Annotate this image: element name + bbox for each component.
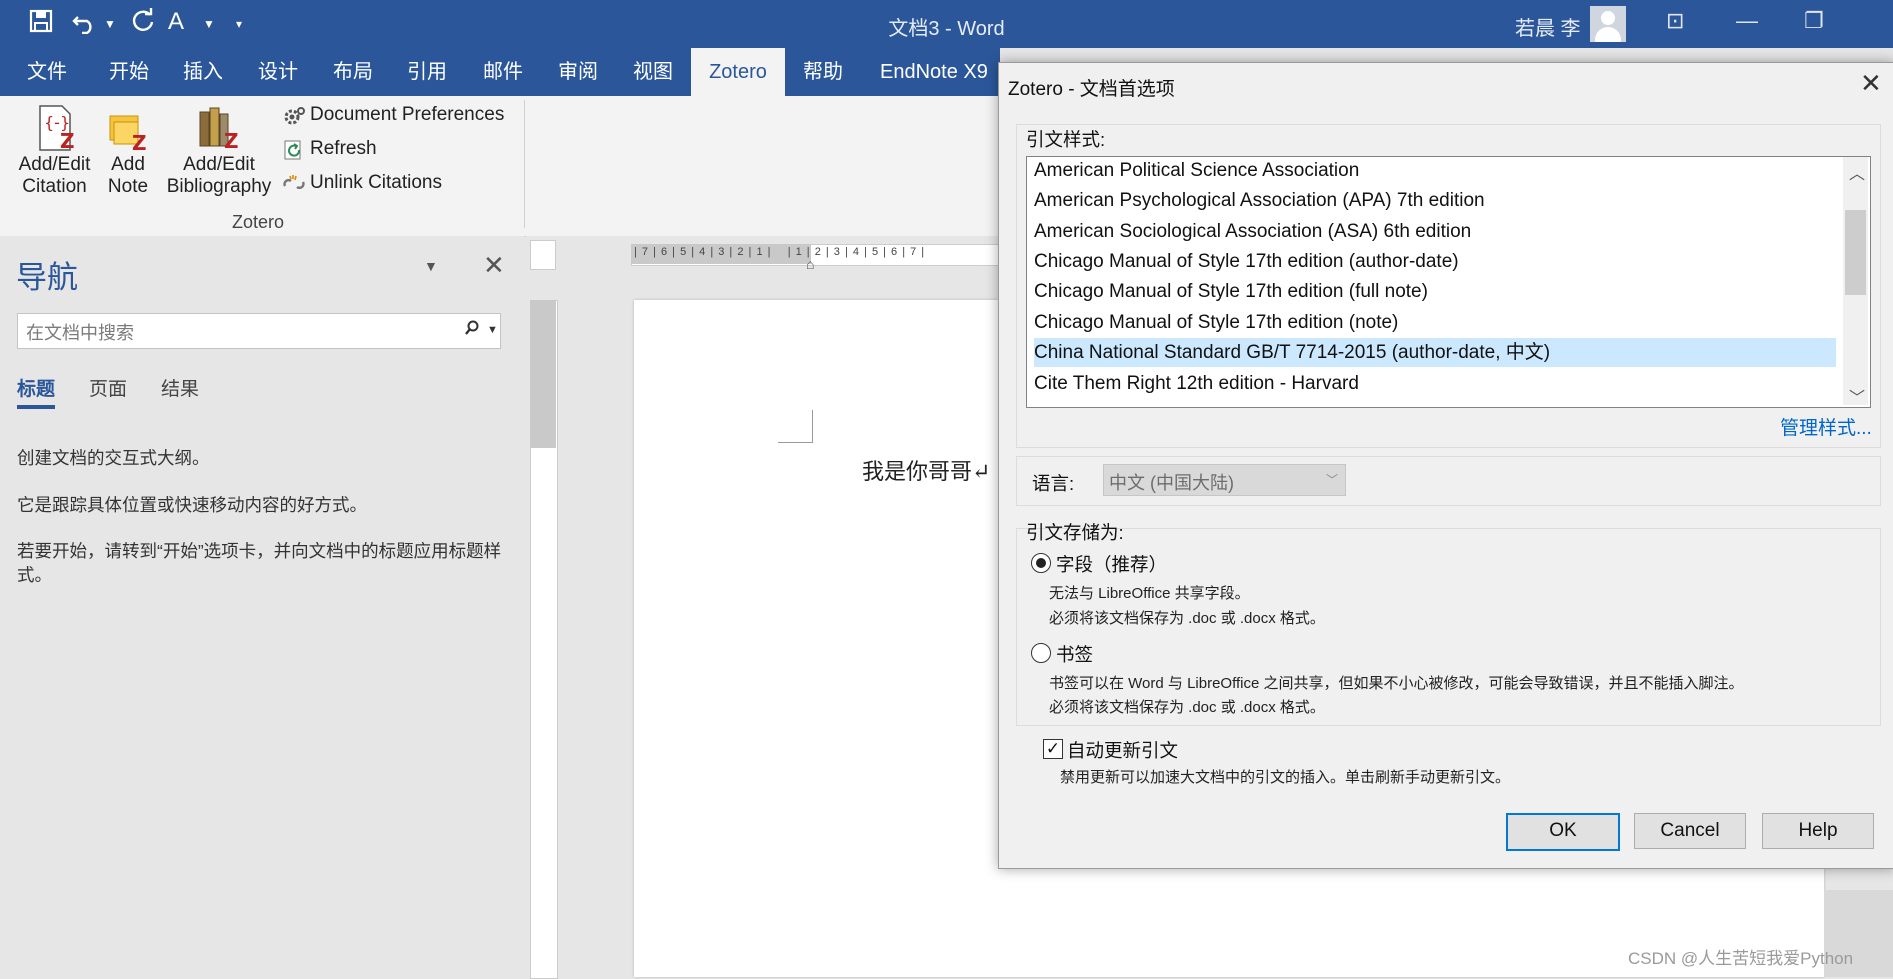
style-item[interactable]: American Political Science Association [1034,156,1836,185]
svg-text:Z: Z [132,131,147,152]
style-list-scroll-thumb[interactable] [1845,210,1866,295]
ruler-ticks: | 7 | 6 | 5 | 4 | 3 | 2 | 1 | | 1 | 2 | … [634,246,926,258]
tab-file[interactable]: 文件 [27,48,67,96]
ribbon-display-options-icon[interactable]: ⊡ [1666,8,1684,34]
nav-help-text-3: 若要开始，请转到“开始”选项卡，并向文档中的标题应用标题样式。 [17,541,502,585]
search-placeholder: 在文档中搜索 [26,323,134,343]
nav-tab-results[interactable]: 结果 [161,374,199,401]
svg-text:Z: Z [60,129,75,152]
bookmarks-radio[interactable] [1031,643,1051,663]
style-item[interactable]: American Psychological Association (APA)… [1034,186,1836,215]
tab-endnote[interactable]: EndNote X9 [880,48,988,96]
fields-note-1: 无法与 LibreOffice 共享字段。 [1049,585,1250,602]
style-item[interactable]: Chicago Manual of Style 17th edition (no… [1034,308,1836,337]
user-name[interactable]: 若晨 李 [1515,12,1581,41]
nav-help-text-2: 它是跟踪具体位置或快速移动内容的好方式。 [17,495,367,515]
nav-title: 导航 [16,260,78,295]
tab-review[interactable]: 审阅 [558,48,598,96]
minimize-icon[interactable]: — [1736,8,1758,34]
document-preferences-button[interactable]: Document Preferences [310,104,504,126]
tab-zotero[interactable]: Zotero [691,48,785,96]
add-citation-icon: {-} Z [38,104,78,157]
ribbon-separator [524,100,525,228]
tab-references[interactable]: 引用 [407,48,447,96]
cancel-button[interactable]: Cancel [1634,813,1746,849]
ribbon-group-label: Zotero [232,212,285,232]
tab-view[interactable]: 视图 [633,48,673,96]
nav-tab-headings[interactable]: 标题 [17,374,55,401]
unlink-icon [282,173,306,200]
restore-icon[interactable]: ❐ [1804,8,1824,34]
scroll-up-icon[interactable]: ︿ [1849,160,1865,184]
bookmarks-note-2: 必须将该文档保存为 .doc 或 .docx 格式。 [1049,699,1325,716]
margin-corner-mark [778,410,813,443]
add-edit-bibliography-button[interactable]: Add/Edit Bibliography [160,154,278,198]
tab-selector[interactable] [530,240,556,270]
avatar[interactable] [1590,6,1626,42]
chevron-down-icon: ﹀ [1326,473,1339,487]
store-as-label: 引文存储为: [1026,522,1124,543]
style-item[interactable]: Chicago Manual of Style 17th edition (au… [1034,247,1836,276]
add-bibliography-icon: Z [196,104,244,157]
manage-styles-link[interactable]: 管理样式... [1780,413,1872,440]
tab-layout[interactable]: 布局 [333,48,373,96]
nav-help-text-1: 创建文档的交互式大纲。 [17,448,210,468]
nav-options-dropdown-icon[interactable]: ▼ [424,258,438,274]
style-item[interactable]: American Sociological Association (ASA) … [1034,217,1836,246]
unlink-citations-button[interactable]: Unlink Citations [310,172,442,194]
add-note-button[interactable]: Add Note [98,154,158,198]
style-item-selected[interactable]: China National Standard GB/T 7714-2015 (… [1034,338,1836,367]
language-label: 语言: [1032,473,1075,494]
search-options-icon[interactable]: ▼ [487,324,498,336]
add-note-icon: Z [108,112,150,157]
close-icon[interactable]: ✕ [483,250,505,281]
citation-style-label: 引文样式: [1026,129,1106,150]
gear-icon [282,105,306,134]
search-icon[interactable] [463,319,481,342]
indent-marker[interactable]: ⌂ [806,256,814,272]
nav-tab-indicator [17,405,55,409]
scroll-down-icon[interactable]: ﹀ [1849,384,1865,408]
vertical-ruler-margin [530,300,556,448]
auto-update-checkbox[interactable]: ✓ [1043,739,1063,759]
refresh-button[interactable]: Refresh [310,138,377,160]
watermark: CSDN @人生苦短我爱Python [1628,949,1854,968]
add-edit-citation-button[interactable]: Add/Edit Citation [12,154,97,198]
style-item[interactable]: Chicago Manual of Style 17th edition (fu… [1034,277,1836,306]
tab-mailings[interactable]: 邮件 [483,48,523,96]
tab-insert[interactable]: 插入 [183,48,223,96]
language-value: 中文 (中国大陆) [1109,473,1234,493]
style-item[interactable]: Cite Them Right 12th edition - Harvard [1034,369,1836,398]
dialog-title: Zotero - 文档首选项 [1008,79,1175,100]
bookmarks-option-label[interactable]: 书签 [1056,641,1093,667]
bookmarks-note-1: 书签可以在 Word 与 LibreOffice 之间共享，但如果不小心被修改，… [1049,675,1744,692]
tab-help[interactable]: 帮助 [803,48,843,96]
nav-tab-pages[interactable]: 页面 [89,374,127,401]
refresh-icon [283,139,305,166]
svg-text:Z: Z [224,129,239,152]
document-text[interactable]: 我是你哥哥↵ [862,454,990,486]
fields-option-label[interactable]: 字段（推荐） [1056,551,1167,577]
dialog-close-icon[interactable]: ✕ [1860,68,1882,99]
help-button[interactable]: Help [1762,813,1874,849]
tab-design[interactable]: 设计 [258,48,298,96]
auto-update-label[interactable]: 自动更新引文 [1067,737,1178,763]
ok-button[interactable]: OK [1506,813,1620,851]
fields-note-2: 必须将该文档保存为 .doc 或 .docx 格式。 [1049,610,1325,627]
fields-radio[interactable] [1031,553,1051,573]
auto-update-note: 禁用更新可以加速大文档中的引文的插入。单击刷新手动更新引文。 [1060,769,1511,786]
tab-home[interactable]: 开始 [109,48,149,96]
